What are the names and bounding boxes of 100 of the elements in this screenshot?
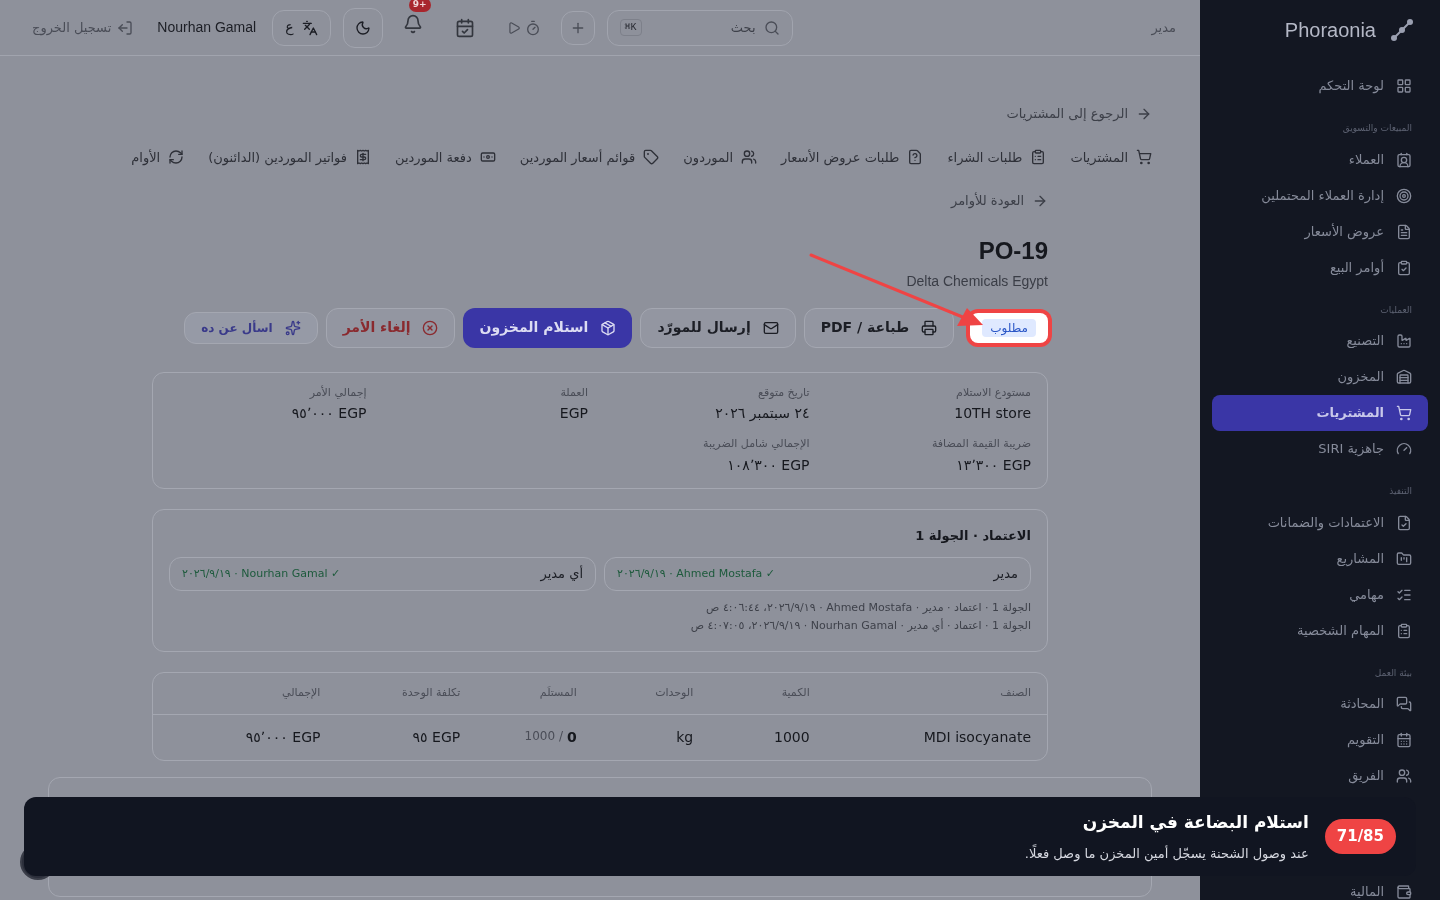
approval-log-entry: الجولة 1 · اعتماد · أي مدير · Nourhan Gamal · ٢٠٢٦/٩/١٩، ٤:٠٧:٠٥ ص — [689, 617, 1031, 634]
sidebar-item[interactable]: المحادثة — [1212, 686, 1428, 722]
nav-tab[interactable]: المشتريات — [1070, 143, 1152, 171]
nav-tab[interactable]: طلبات الشراء — [947, 143, 1047, 171]
action-button[interactable]: إرسال للمورّد — [640, 307, 796, 348]
nav-tab[interactable]: طلبات عروض الأسعار — [781, 143, 924, 171]
receive-button[interactable]: استلام المخزون — [463, 307, 633, 348]
tag-icon — [643, 149, 660, 166]
warehouse-icon — [1396, 369, 1412, 385]
logout-icon — [117, 19, 134, 36]
grid-icon — [1396, 78, 1412, 94]
order-number: PO-19 — [978, 235, 1048, 266]
clipboard-icon — [1396, 622, 1412, 639]
cart-icon — [1136, 149, 1152, 166]
detail-label: إجمالي الأمر — [308, 384, 367, 401]
sidebar-item[interactable]: المخزون — [1212, 359, 1428, 395]
section-heading: المبيعات والتسويق — [1341, 122, 1413, 135]
contact-card-icon — [1396, 151, 1412, 168]
nav-tab[interactable]: الأوام — [131, 143, 185, 171]
back-link[interactable]: الرجوع إلى المشتريات — [48, 104, 1152, 124]
shortcut-key: K⌘ — [619, 19, 642, 36]
detail-label: الإجمالي شامل الضريبة — [702, 436, 810, 452]
document-check-icon — [1396, 514, 1412, 531]
refresh-icon — [168, 149, 185, 166]
detail-value: 10TH store — [953, 404, 1031, 423]
bell-icon — [402, 14, 423, 34]
theme-button[interactable] — [342, 7, 383, 48]
column-header: الكمية — [780, 685, 810, 701]
sidebar-item[interactable]: المشاريع — [1212, 540, 1428, 577]
brand-name: Phoraonia — [1284, 18, 1376, 43]
detail-value: ٢٤ سبتمبر ٢٠٢٦ — [714, 404, 810, 424]
sidebar-item[interactable]: أوامر البيع — [1212, 249, 1428, 286]
logo-icon — [1388, 16, 1416, 44]
search-icon — [763, 19, 780, 36]
sidebar-item[interactable]: المشتريات — [1212, 395, 1428, 431]
package-icon — [600, 319, 617, 336]
sidebar-item[interactable]: العملاء — [1212, 141, 1428, 178]
table-cell-text: MDI isocyanate — [922, 727, 1031, 747]
sidebar-item[interactable]: التصنيع — [1212, 323, 1428, 359]
nav-tab[interactable]: فواتير الموردين (الدائنون) — [208, 143, 372, 171]
approval-title: الاعتماد · الجولة 1 — [914, 526, 1031, 545]
cancel-icon — [422, 319, 439, 336]
column-header: تكلفة الوحدة — [401, 685, 461, 701]
chat-icon — [1396, 696, 1412, 712]
sidebar-item[interactable]: التقويم — [1212, 722, 1428, 758]
table-cell-text: kg — [675, 727, 694, 747]
nav-tab[interactable]: قوائم أسعار الموردين — [519, 143, 660, 171]
document-question-icon — [907, 149, 924, 166]
column-header: الصنف — [999, 685, 1031, 701]
column-header: الوحدات — [654, 685, 694, 701]
detail-label: مستودع الاستلام — [955, 384, 1031, 401]
sidebar-item[interactable]: مهامي — [1212, 576, 1428, 613]
section-heading: العمليات — [1379, 303, 1413, 317]
sidebar-item[interactable]: إدارة العملاء المحتملين — [1212, 177, 1428, 214]
sidebar-item[interactable]: الاعتمادات والضمانات — [1212, 504, 1428, 541]
logout-button[interactable]: تسجيل الخروج — [24, 17, 142, 38]
language-button[interactable]: ع — [272, 9, 331, 46]
sparkles-icon — [284, 319, 301, 336]
sidebar-item[interactable]: المهام الشخصية — [1212, 612, 1428, 649]
detail-value: EGP ١٠٨٬٣٠٠ — [726, 455, 810, 475]
cart-icon — [1396, 405, 1412, 421]
receipt-icon — [355, 149, 372, 166]
ordered-count: 1000 / — [524, 727, 563, 745]
nav-tab[interactable]: الموردون — [683, 143, 757, 171]
sidebar-item[interactable]: المالية — [1212, 874, 1428, 900]
search-input[interactable]: بحث — [649, 17, 756, 38]
detail-value: EGP ١٣٬٣٠٠ — [955, 455, 1031, 475]
calendar-check-icon — [454, 17, 475, 38]
clipboard-check-icon — [1396, 259, 1412, 276]
sidebar-item[interactable]: لوحة التحكم — [1212, 68, 1428, 104]
column-header: المستلَم — [538, 685, 577, 701]
factory-icon — [1396, 333, 1412, 349]
orders-link[interactable]: العودة للأوامر — [152, 191, 1048, 211]
calendar-icon — [1396, 732, 1412, 748]
wallet-icon — [1396, 884, 1412, 900]
detail-value: EGP — [558, 404, 588, 423]
detail-label: تاريخ متوقع — [757, 384, 810, 401]
detail-value: EGP ٩٥٬٠٠٠ — [290, 404, 367, 423]
gauge-icon — [1396, 441, 1412, 457]
folder-icon — [1396, 550, 1412, 567]
ask-ai-button[interactable]: اسأل عن ده — [184, 311, 318, 344]
sidebar-item[interactable]: جاهزية SIRI — [1212, 431, 1428, 467]
action-button[interactable]: طباعة / PDF — [803, 307, 955, 348]
moon-icon — [354, 19, 371, 36]
nav-tab[interactable]: دفعة الموردين — [395, 143, 496, 171]
printer-icon — [921, 319, 938, 336]
add-button[interactable] — [560, 10, 595, 45]
user-name: Nourhan Gamal — [156, 18, 258, 37]
approval-log-entry: الجولة 1 · اعتماد · مدير · Ahmed Mostafa · ٢٠٢٦/٩/١٩، ٤:٠٦:٤٤ ص — [705, 600, 1031, 616]
role-label: مدير — [1151, 18, 1176, 38]
timer-icon — [524, 19, 541, 36]
detail-label: العملة — [559, 384, 588, 401]
supplier-name: Delta Chemicals Egypt — [906, 271, 1048, 291]
detail-label: ضريبة القيمة المضافة — [930, 436, 1031, 452]
cancel-button[interactable]: إلغاء الأمر — [325, 307, 456, 348]
sidebar-item[interactable]: عروض الأسعار — [1212, 213, 1428, 250]
table-cell-text: 1000 — [773, 727, 810, 747]
users-icon — [741, 149, 757, 166]
sidebar-item[interactable]: الفريق — [1212, 758, 1428, 794]
table-cell-text: EGP ٩٥ — [411, 727, 461, 747]
